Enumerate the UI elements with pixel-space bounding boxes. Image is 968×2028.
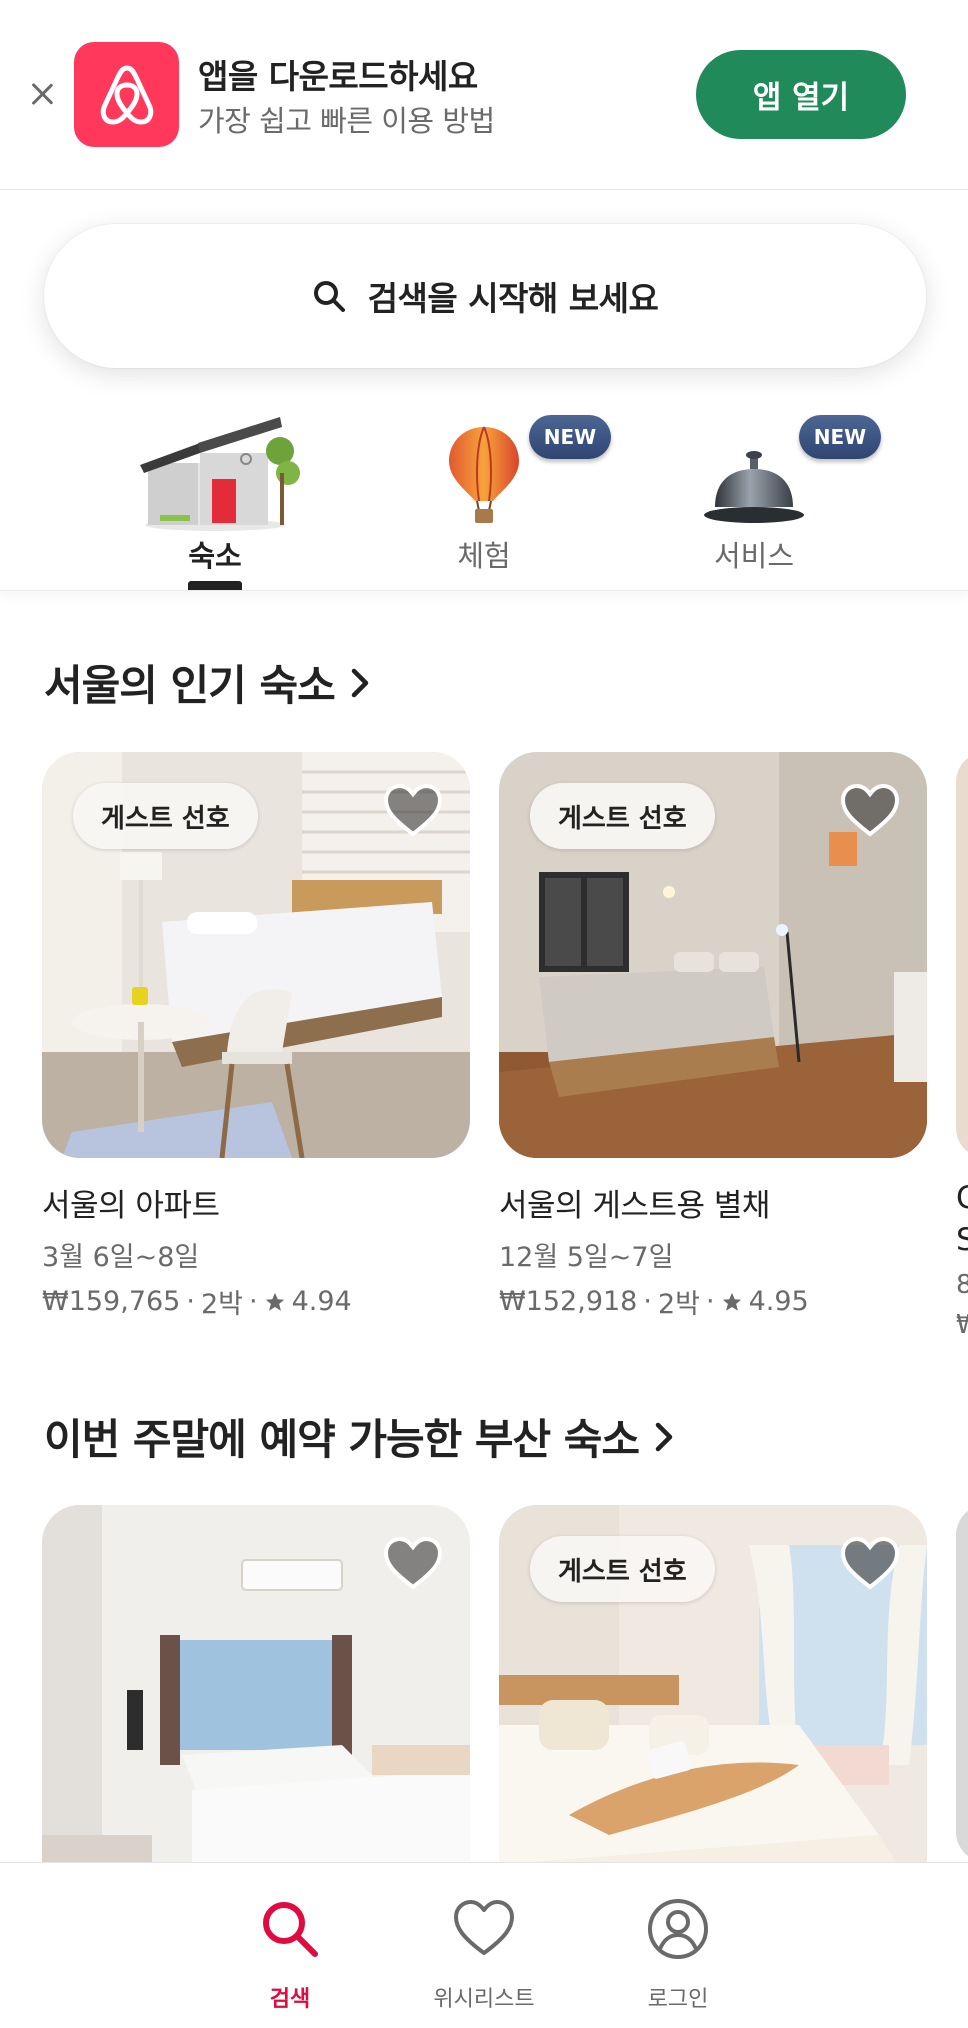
tab-stays[interactable]: 숙소 bbox=[130, 395, 300, 591]
listing-card[interactable]: 게스트 선호 서울의 게스트용 별채 12월 5일~7일 ₩152,918 · … bbox=[499, 752, 927, 1321]
category-tabs: 숙소 NEW 체험 NEW 서비스 bbox=[0, 395, 968, 591]
nav-label: 로그인 bbox=[647, 1987, 709, 2012]
listing-meta: ₩159,765 · 2박 · 4.94 bbox=[42, 1282, 470, 1321]
listing-price-partial: ₩ bbox=[956, 1310, 968, 1340]
search-bar[interactable]: 검색을 시작해 보세요 bbox=[44, 224, 926, 368]
app-download-banner: 앱을 다운로드하세요 가장 쉽고 빠른 이용 방법 앱 열기 bbox=[0, 0, 968, 190]
heart-icon[interactable] bbox=[382, 1535, 444, 1591]
tab-label: 숙소 bbox=[188, 539, 242, 573]
search-placeholder: 검색을 시작해 보세요 bbox=[367, 279, 659, 318]
new-badge: NEW bbox=[529, 415, 611, 459]
star-icon bbox=[722, 1292, 741, 1311]
listing-photo[interactable]: 게스트 선호 bbox=[42, 752, 470, 1158]
listing-meta: ₩152,918 · 2박 · 4.95 bbox=[499, 1282, 927, 1321]
tab-experiences[interactable]: NEW 체험 bbox=[399, 395, 611, 591]
listing-dates: 3월 6일~8일 bbox=[42, 1242, 200, 1273]
listing-price: ₩159,765 bbox=[42, 1286, 181, 1317]
nav-label: 위시리스트 bbox=[433, 1987, 535, 2012]
guest-favorite-badge: 게스트 선호 bbox=[530, 1536, 715, 1602]
listing-price: ₩152,918 bbox=[499, 1286, 638, 1317]
listing-meta-partial: 8 bbox=[956, 1270, 968, 1300]
banner-title: 앱을 다운로드하세요 bbox=[198, 57, 478, 96]
heart-icon[interactable] bbox=[382, 782, 444, 838]
guest-favorite-badge: 게스트 선호 bbox=[530, 783, 715, 849]
heart-icon[interactable] bbox=[839, 782, 901, 838]
listing-dates: 12월 5일~7일 bbox=[499, 1242, 674, 1273]
listing-card-partial[interactable] bbox=[956, 1505, 968, 1862]
listing-nights: 2박 bbox=[657, 1289, 700, 1320]
airbnb-logo-icon bbox=[74, 42, 179, 147]
heart-icon bbox=[454, 1900, 514, 1955]
listing-rating: 4.94 bbox=[291, 1286, 352, 1317]
nav-label: 검색 bbox=[269, 1987, 311, 2012]
close-icon[interactable] bbox=[26, 78, 58, 110]
listing-photo[interactable]: 게스트 선호 bbox=[499, 752, 927, 1158]
tab-label: 체험 bbox=[457, 539, 511, 573]
chevron-right-icon bbox=[655, 1422, 673, 1451]
section-title-busan[interactable]: 이번 주말에 예약 가능한 부산 숙소 bbox=[44, 1406, 675, 1467]
tab-label: 서비스 bbox=[713, 539, 795, 573]
tab-services[interactable]: NEW 서비스 bbox=[669, 395, 881, 591]
search-icon bbox=[313, 281, 345, 312]
search-icon bbox=[263, 1902, 318, 1957]
listing-nights: 2박 bbox=[200, 1289, 243, 1320]
nav-wishlist[interactable]: 위시리스트 bbox=[384, 1863, 584, 2028]
banner-subtitle: 가장 쉽고 빠른 이용 방법 bbox=[198, 104, 495, 138]
guest-favorite-badge: 게스트 선호 bbox=[73, 783, 258, 849]
listing-photo[interactable] bbox=[42, 1505, 470, 1911]
listing-dates-partial: S bbox=[956, 1222, 968, 1258]
listing-card[interactable]: 게스트 선호 서울의 아파트 3월 6일~8일 ₩159,765 · 2박 · … bbox=[42, 752, 470, 1321]
listing-card[interactable] bbox=[42, 1505, 470, 1911]
open-app-button[interactable]: 앱 열기 bbox=[696, 50, 906, 139]
active-tab-indicator bbox=[188, 581, 242, 590]
listing-title: 서울의 아파트 bbox=[42, 1188, 220, 1224]
section-title-seoul[interactable]: 서울의 인기 숙소 bbox=[44, 652, 371, 713]
nav-login[interactable]: 로그인 bbox=[578, 1863, 778, 2028]
listing-title: 서울의 게스트용 별채 bbox=[499, 1188, 770, 1224]
house-icon bbox=[140, 417, 300, 531]
star-icon bbox=[265, 1292, 284, 1311]
heart-icon[interactable] bbox=[839, 1535, 901, 1591]
listing-rating: 4.95 bbox=[748, 1286, 809, 1317]
listing-title-partial: C bbox=[956, 1180, 968, 1216]
listing-card[interactable]: 게스트 선호 bbox=[499, 1505, 927, 1911]
listing-card-partial[interactable] bbox=[956, 752, 968, 1158]
bottom-navigation: 검색 위시리스트 로그인 bbox=[0, 1862, 968, 2028]
chevron-right-icon bbox=[351, 668, 368, 697]
nav-search[interactable]: 검색 bbox=[190, 1863, 390, 2028]
listing-photo[interactable]: 게스트 선호 bbox=[499, 1505, 927, 1911]
new-badge: NEW bbox=[799, 415, 881, 459]
user-circle-icon bbox=[648, 1899, 708, 1959]
